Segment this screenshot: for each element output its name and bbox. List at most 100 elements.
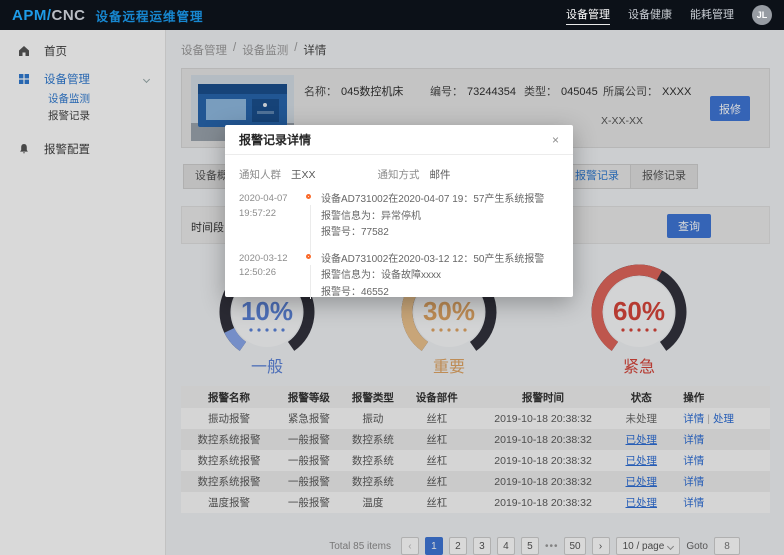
timeline-dot-icon xyxy=(306,254,311,259)
detail-link[interactable]: 详情 xyxy=(683,455,704,467)
record-line: 报警号：46552 xyxy=(321,285,559,302)
actions-cell: 详情 xyxy=(665,471,770,492)
nav-device-management[interactable]: 设备管理 xyxy=(566,6,610,25)
page-button[interactable]: 4 xyxy=(497,537,515,555)
action-separator: | xyxy=(704,413,713,425)
top-navbar: APM/CNC 设备远程运维管理 设备管理 设备健康 能耗管理 JL xyxy=(0,0,784,30)
sidebar-item-label: 报警配置 xyxy=(44,141,90,157)
table-cell: 丝杠 xyxy=(405,450,469,471)
close-icon[interactable]: × xyxy=(552,134,559,146)
table-cell: 一般报警 xyxy=(277,471,341,492)
page-button[interactable]: 1 xyxy=(425,537,443,555)
record-line: 报警号：77582 xyxy=(321,225,559,242)
sidebar-item-alarm-records[interactable]: 报警记录 xyxy=(0,107,165,124)
page-ellipsis: ••• xyxy=(545,541,559,552)
record-timestamp: 2020-03-12 12:50:26 xyxy=(239,252,303,302)
breadcrumb-separator: / xyxy=(294,42,297,58)
field-value: 045数控机床 xyxy=(341,86,403,98)
next-page-button[interactable]: › xyxy=(592,537,610,555)
col-device-part: 设备部件 xyxy=(405,386,469,408)
sidebar-item-device-monitor[interactable]: 设备监测 xyxy=(0,90,165,107)
page-button[interactable]: 5 xyxy=(521,537,539,555)
chevron-down-icon xyxy=(143,75,150,82)
modal-header: 报警记录详情 × xyxy=(225,125,573,155)
goto-page-input[interactable] xyxy=(714,537,740,555)
page-button[interactable]: 2 xyxy=(449,537,467,555)
record-line: 设备AD731002在2020-04-07 19：57产生系统报警 xyxy=(321,192,559,209)
status-badge: 未处理 xyxy=(617,408,665,429)
alarm-table: 报警名称 报警等级 报警类型 设备部件 报警时间 状态 操作 振动报警紧急报警振… xyxy=(181,386,770,513)
actions-cell: 详情 xyxy=(665,429,770,450)
col-alarm-name: 报警名称 xyxy=(181,386,277,408)
table-row: 振动报警紧急报警振动丝杠2019-10-18 20:38:32未处理详情|处理 xyxy=(181,408,770,429)
search-button[interactable]: 查询 xyxy=(667,214,711,238)
timeline-marker xyxy=(303,192,321,242)
record-content: 设备AD731002在2020-03-12 12：50产生系统报警 报警信息为：… xyxy=(321,252,559,302)
record-line: 设备AD731002在2020-03-12 12：50产生系统报警 xyxy=(321,252,559,269)
record-line: 报警信息为：设备故障xxxx xyxy=(321,268,559,285)
notify-row: 通知人群 王XX 通知方式 邮件 xyxy=(239,167,559,182)
device-id-field: 编号：73244354 xyxy=(430,83,516,99)
svg-text:一般: 一般 xyxy=(251,358,283,376)
status-badge[interactable]: 已处理 xyxy=(617,429,665,450)
timeline-dot-icon xyxy=(306,194,311,199)
breadcrumb: 设备管理 / 设备监测 / 详情 xyxy=(181,42,770,58)
table-cell: 振动 xyxy=(341,408,405,429)
sidebar-item-alarm-config[interactable]: 报警配置 xyxy=(0,138,165,160)
detail-link[interactable]: 详情 xyxy=(683,434,704,446)
col-alarm-time: 报警时间 xyxy=(469,386,617,408)
prev-page-button[interactable]: ‹ xyxy=(401,537,419,555)
app-screen: APM/CNC 设备远程运维管理 设备管理 设备健康 能耗管理 JL 首页 设备… xyxy=(0,0,784,555)
chevron-down-icon xyxy=(667,542,674,549)
status-badge[interactable]: 已处理 xyxy=(617,471,665,492)
table-cell: 数控系统 xyxy=(341,450,405,471)
status-badge[interactable]: 已处理 xyxy=(617,450,665,471)
timeline-line xyxy=(310,205,311,254)
top-nav: 设备管理 设备健康 能耗管理 JL xyxy=(566,5,772,25)
detail-link[interactable]: 详情 xyxy=(683,476,704,488)
sidebar-item-label: 设备管理 xyxy=(44,71,90,87)
breadcrumb-separator: / xyxy=(233,42,236,58)
table-cell: 温度报警 xyxy=(181,492,277,513)
record-line: 报警信息为：异常停机 xyxy=(321,209,559,226)
page-button[interactable]: 3 xyxy=(473,537,491,555)
field-value: 045045 xyxy=(561,86,598,98)
sidebar-item-home[interactable]: 首页 xyxy=(0,40,165,62)
col-alarm-level: 报警等级 xyxy=(277,386,341,408)
table-cell: 丝杠 xyxy=(405,408,469,429)
timeline-line xyxy=(310,265,311,300)
svg-text:紧急: 紧急 xyxy=(623,358,655,376)
detail-link[interactable]: 详情 xyxy=(683,497,704,509)
pagination-total: Total 85 items xyxy=(329,541,391,552)
table-cell: 紧急报警 xyxy=(277,408,341,429)
repair-button[interactable]: 报修 xyxy=(710,96,750,121)
record-time: 12:50:26 xyxy=(239,266,303,281)
table-row: 温度报警一般报警温度丝杠2019-10-18 20:38:32已处理详情 xyxy=(181,492,770,513)
sidebar-item-device-management[interactable]: 设备管理 xyxy=(0,68,165,90)
col-status: 状态 xyxy=(617,386,665,408)
handle-link[interactable]: 处理 xyxy=(713,413,734,425)
device-date-fragment: X-XX-XX xyxy=(601,115,643,127)
breadcrumb-item[interactable]: 设备管理 xyxy=(181,42,227,58)
tab-alarm-records[interactable]: 报警记录 xyxy=(563,164,631,189)
table-cell: 一般报警 xyxy=(277,429,341,450)
avatar[interactable]: JL xyxy=(752,5,772,25)
col-alarm-type: 报警类型 xyxy=(341,386,405,408)
status-badge[interactable]: 已处理 xyxy=(617,492,665,513)
detail-link[interactable]: 详情 xyxy=(683,413,704,425)
logo-apm: APM/ xyxy=(12,7,52,24)
tab-repair-records[interactable]: 报修记录 xyxy=(630,164,698,189)
notify-method-label: 通知方式 xyxy=(378,167,420,182)
table-cell: 数控系统报警 xyxy=(181,429,277,450)
svg-text:重要: 重要 xyxy=(433,358,465,376)
device-management-icon xyxy=(18,73,30,85)
alarm-record: 2020-04-07 19:57:22 设备AD731002在2020-04-0… xyxy=(239,192,559,242)
breadcrumb-item[interactable]: 设备监测 xyxy=(242,42,288,58)
table-cell: 一般报警 xyxy=(277,450,341,471)
modal-body: 通知人群 王XX 通知方式 邮件 2020-04-07 19:57:22 设备A… xyxy=(225,155,573,301)
last-page-button[interactable]: 50 xyxy=(564,537,585,555)
nav-energy-management[interactable]: 能耗管理 xyxy=(690,6,734,24)
nav-device-health[interactable]: 设备健康 xyxy=(628,6,672,24)
table-cell: 数控系统报警 xyxy=(181,471,277,492)
page-size-select[interactable]: 10 / page xyxy=(616,537,681,555)
